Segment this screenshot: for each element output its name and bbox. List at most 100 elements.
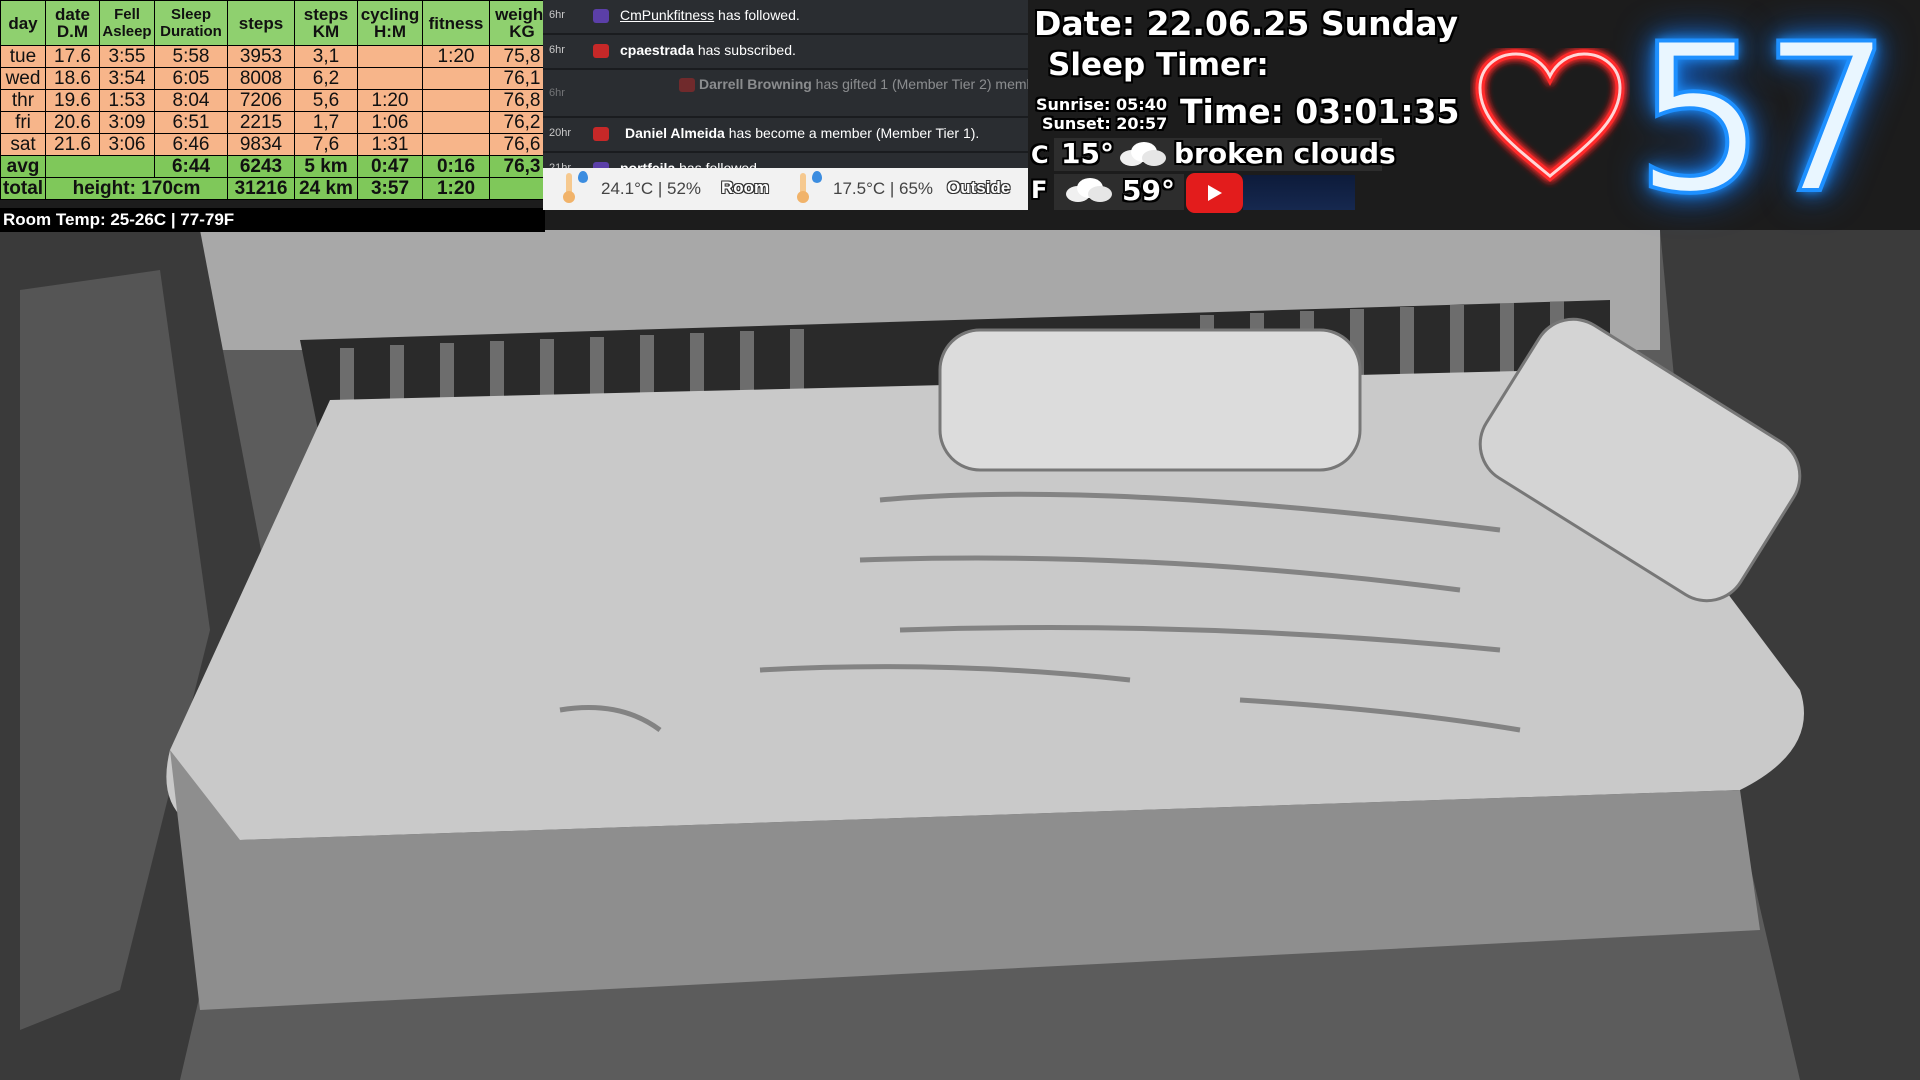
table-row: thr 19.6 1:53 8:04 7206 5,6 1:20 76,8 <box>0 89 555 112</box>
heart-rate-value: 57 <box>1633 1 1894 239</box>
member-icon <box>593 127 609 141</box>
event-text: portfeila has followed. <box>620 160 761 168</box>
header-steps: steps <box>227 0 295 46</box>
fell-asleep-cell: 3:09 <box>99 111 155 134</box>
weather-description: broken clouds <box>1174 137 1396 170</box>
steps-cell: 7206 <box>227 89 295 112</box>
youtube-progress-bar <box>1243 175 1355 210</box>
total-km: 24 km <box>294 177 358 200</box>
sunset-time: Sunset: 20:57 <box>1042 114 1168 133</box>
steps-cell: 9834 <box>227 133 295 156</box>
fitness-cell <box>422 111 490 134</box>
camera-feed <box>0 230 1920 1080</box>
table-row: tue 17.6 3:55 5:58 3953 3,1 1:20 75,8 <box>0 45 555 68</box>
sleep-cell: 5:58 <box>154 45 228 68</box>
event-time: 6hr <box>549 44 565 56</box>
follow-icon <box>593 9 609 23</box>
event-user[interactable]: CmPunkfitness <box>620 7 714 23</box>
day-cell: wed <box>0 67 46 90</box>
table-row: fri 20.6 3:09 6:51 2215 1,7 1:06 76,2 <box>0 111 555 134</box>
event-user[interactable]: Darrell Browning <box>699 76 812 92</box>
room-temp-banner: Room Temp: 25-26C | 77-79F <box>0 208 545 232</box>
fitness-cell <box>422 67 490 90</box>
sleep-cell: 6:05 <box>154 67 228 90</box>
event-item[interactable]: 6hr Darrell Browning has gifted 1 (Membe… <box>543 70 1028 116</box>
cycling-cell: 1:06 <box>357 111 423 134</box>
fell-asleep-cell: 3:55 <box>99 45 155 68</box>
header-date: date D.M <box>45 0 100 46</box>
header-sleep-duration: Sleep Duration <box>154 0 228 46</box>
event-item[interactable]: 6hr CmPunkfitness has followed. <box>543 0 1028 33</box>
fitness-cell: 1:20 <box>422 45 490 68</box>
km-cell: 6,2 <box>294 67 358 90</box>
fell-asleep-cell: 3:06 <box>99 133 155 156</box>
sleep-timer: Sleep Timer: <box>1048 47 1269 83</box>
thermometer-icon <box>561 173 575 203</box>
event-text: Darrell Browning has gifted 1 (Member Ti… <box>699 76 1028 92</box>
day-cell: sat <box>0 133 46 156</box>
sleep-cell: 8:04 <box>154 89 228 112</box>
average-row: avg 6:44 6243 5 km 0:47 0:16 76,3 <box>0 155 555 178</box>
youtube-play-icon <box>1208 185 1222 201</box>
fitness-stats-table: day date D.M Fell Asleep Sleep Duration ste… <box>0 0 555 200</box>
fitness-cell <box>422 89 490 112</box>
avg-cycling: 0:47 <box>357 155 423 178</box>
km-cell: 7,6 <box>294 133 358 156</box>
subscribe-icon <box>593 44 609 58</box>
time-display: Time: 03:01:35 <box>1180 92 1460 131</box>
total-label: total <box>0 177 46 200</box>
avg-empty <box>45 155 155 178</box>
fitness-cell <box>422 133 490 156</box>
km-cell: 1,7 <box>294 111 358 134</box>
total-fitness: 1:20 <box>422 177 490 200</box>
header-fell-asleep: Fell Asleep <box>99 0 155 46</box>
event-text: CmPunkfitness has followed. <box>620 7 800 23</box>
avg-steps: 6243 <box>227 155 295 178</box>
km-cell: 3,1 <box>294 45 358 68</box>
event-text: Daniel Almeida has become a member (Memb… <box>625 125 980 141</box>
event-user[interactable]: cpaestrada <box>620 42 694 58</box>
outside-label: Outside <box>947 178 1011 197</box>
unit-celsius: C <box>1031 141 1049 169</box>
header-day: day <box>0 0 46 46</box>
avg-sleep: 6:44 <box>154 155 228 178</box>
room-label: Room <box>721 178 770 197</box>
unit-fahrenheit: F <box>1031 176 1048 204</box>
fell-asleep-cell: 3:54 <box>99 67 155 90</box>
avg-label: avg <box>0 155 46 178</box>
cycling-cell: 1:31 <box>357 133 423 156</box>
steps-cell: 2215 <box>227 111 295 134</box>
table-row: sat 21.6 3:06 6:46 9834 7,6 1:31 76,6 <box>0 133 555 156</box>
event-user[interactable]: portfeila <box>620 160 675 168</box>
avg-km: 5 km <box>294 155 358 178</box>
temp-celsius: 15° <box>1061 137 1114 170</box>
header-steps-km: steps KM <box>294 0 358 46</box>
sleep-cell: 6:46 <box>154 133 228 156</box>
km-cell: 5,6 <box>294 89 358 112</box>
outside-value: 17.5°C | 65% <box>833 179 934 198</box>
event-item[interactable]: 6hr cpaestrada has subscribed. <box>543 35 1028 68</box>
cloud-icon <box>1120 142 1166 166</box>
header-fitness: fitness <box>422 0 490 46</box>
date-cell: 20.6 <box>45 111 100 134</box>
event-time: 6hr <box>549 9 565 21</box>
sleep-cell: 6:51 <box>154 111 228 134</box>
event-time: 6hr <box>549 87 565 99</box>
avg-fitness: 0:16 <box>422 155 490 178</box>
cloud-icon <box>1066 178 1112 202</box>
thermometer-icon <box>795 173 809 203</box>
youtube-play-button[interactable] <box>1186 173 1243 213</box>
cycling-cell <box>357 67 423 90</box>
room-value: 24.1°C | 52% <box>601 179 702 198</box>
date-cell: 18.6 <box>45 67 100 90</box>
event-item[interactable]: 20hr Daniel Almeida has become a member … <box>543 118 1028 151</box>
day-cell: tue <box>0 45 46 68</box>
event-item[interactable]: 21hr portfeila has followed. <box>543 153 1028 168</box>
event-time: 20hr <box>549 127 572 139</box>
day-cell: fri <box>0 111 46 134</box>
date-cell: 17.6 <box>45 45 100 68</box>
steps-cell: 8008 <box>227 67 295 90</box>
event-user[interactable]: Daniel Almeida <box>625 125 725 141</box>
stream-events-feed: 6hr CmPunkfitness has followed. 6hr cpae… <box>543 0 1028 168</box>
droplet-icon <box>578 171 588 183</box>
